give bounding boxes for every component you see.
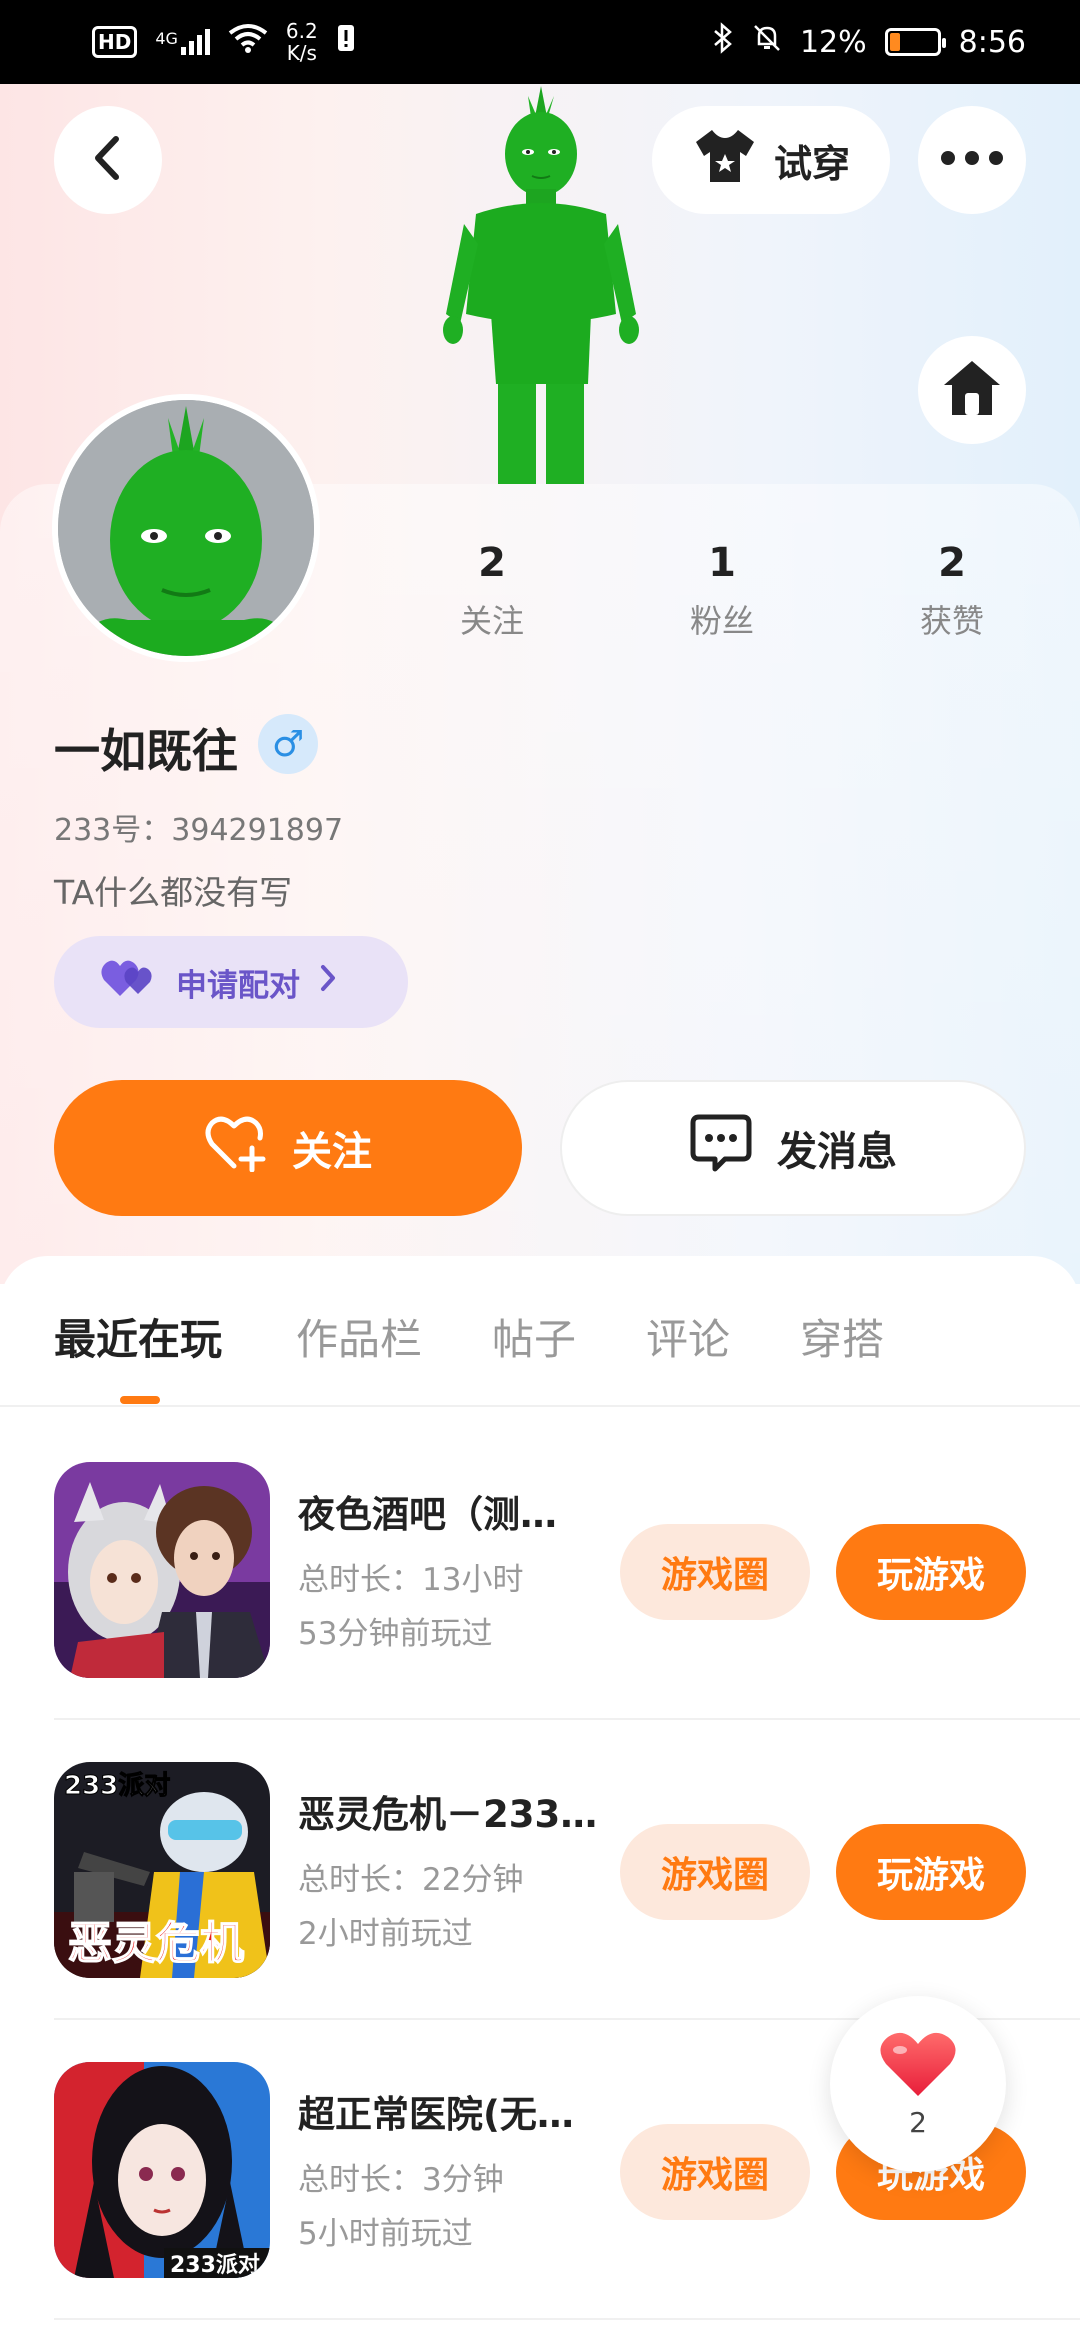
stat-likes-value: 2 xyxy=(938,540,966,586)
tab-recently-played[interactable]: 最近在玩 xyxy=(54,1306,222,1367)
more-dots-icon xyxy=(940,150,1004,170)
heart-plus-icon xyxy=(204,1114,268,1182)
wifi-icon xyxy=(228,23,268,61)
user-id-label: 233号： xyxy=(54,813,172,848)
row-divider xyxy=(54,1718,1080,1720)
stat-followers-value: 1 xyxy=(708,540,736,586)
game-total-duration: 总时长：3分钟 xyxy=(298,2162,504,2198)
try-on-label: 试穿 xyxy=(773,141,850,186)
game-icon-evil-crisis[interactable]: 233派对 恶灵危机 xyxy=(54,1762,270,1978)
floating-like-button[interactable]: 2 xyxy=(830,1996,1006,2172)
network-type: 4G xyxy=(155,29,178,48)
network-speed: 6.2 K/s xyxy=(285,19,318,65)
hd-icon: HD xyxy=(92,26,138,58)
active-tab-indicator xyxy=(120,1396,160,1404)
status-left: HD 4G 6.2 K/s xyxy=(92,20,356,64)
tab-posts[interactable]: 帖子 xyxy=(492,1306,576,1367)
game-circle-button[interactable]: 游戏圈 xyxy=(620,1524,810,1620)
mute-bell-icon xyxy=(752,23,782,61)
bio: TA什么都没有写 xyxy=(54,873,293,912)
game-last-played: 5小时前玩过 xyxy=(298,2216,473,2252)
signal-icon: 4G xyxy=(155,29,210,55)
follow-label: 关注 xyxy=(292,1129,372,1175)
game-last-played: 2小时前玩过 xyxy=(298,1916,473,1952)
stat-following[interactable]: 2 关注 xyxy=(412,540,572,642)
game-total-duration: 总时长：13小时 xyxy=(298,1562,524,1598)
status-right: 12% 8:56 xyxy=(712,22,1026,62)
game-title: 恶灵危机－233… xyxy=(298,1793,598,1836)
game-icon-hospital[interactable]: 233派对 xyxy=(54,2062,270,2278)
play-game-button[interactable]: 玩游戏 xyxy=(836,1524,1026,1620)
stat-likes[interactable]: 2 获赞 xyxy=(872,540,1032,642)
home-icon xyxy=(942,359,1002,421)
tab-comments[interactable]: 评论 xyxy=(646,1306,730,1367)
tshirt-icon xyxy=(692,128,758,193)
avatar-3d-figure[interactable] xyxy=(416,84,666,484)
game-title: 夜色酒吧（测… xyxy=(298,1493,557,1536)
game-circle-button[interactable]: 游戏圈 xyxy=(620,2124,810,2220)
row-divider xyxy=(54,2318,1080,2320)
tab-works[interactable]: 作品栏 xyxy=(296,1306,422,1367)
icon-title-text: 恶灵危机 xyxy=(68,1918,244,1969)
play-game-button[interactable]: 玩游戏 xyxy=(836,1824,1026,1920)
send-message-button[interactable]: 发消息 xyxy=(560,1080,1026,1216)
stat-followers-label: 粉丝 xyxy=(689,602,754,640)
game-circle-button[interactable]: 游戏圈 xyxy=(620,1824,810,1920)
icon-badge-text: 233派对 xyxy=(64,1771,170,1801)
back-button[interactable] xyxy=(54,106,162,214)
double-heart-icon xyxy=(100,958,158,1006)
stat-following-value: 2 xyxy=(478,540,506,586)
back-arrow-icon xyxy=(88,135,128,185)
home-button[interactable] xyxy=(918,336,1026,444)
game-title: 超正常医院(无… xyxy=(298,2093,574,2136)
icon-badge-text: 233派对 xyxy=(170,2253,260,2278)
chevron-right-icon xyxy=(318,963,338,1001)
pair-request-button[interactable]: 申请配对 xyxy=(54,936,408,1028)
game-icon-night-bar[interactable] xyxy=(54,1462,270,1678)
chat-bubble-icon xyxy=(689,1113,753,1183)
battery-percent: 12% xyxy=(799,24,867,60)
alert-icon xyxy=(336,23,356,61)
user-id-value: 394291897 xyxy=(171,813,344,848)
male-gender-icon: ♂ xyxy=(258,714,318,774)
heart-icon xyxy=(878,2030,958,2104)
game-last-played: 53分钟前玩过 xyxy=(298,1616,493,1652)
battery-icon xyxy=(884,28,946,56)
clock: 8:56 xyxy=(958,24,1026,60)
avatar-image xyxy=(58,400,314,656)
tab-outfits[interactable]: 穿搭 xyxy=(800,1306,884,1367)
pair-request-label: 申请配对 xyxy=(176,967,300,1004)
stat-following-label: 关注 xyxy=(459,602,524,640)
list-item[interactable]: 夜色酒吧（测… 总时长：13小时 53分钟前玩过 游戏圈 玩游戏 xyxy=(0,1462,1080,1762)
stat-followers[interactable]: 1 粉丝 xyxy=(642,540,802,642)
stat-likes-label: 获赞 xyxy=(919,602,984,640)
status-bar: HD 4G 6.2 K/s 12% 8:56 xyxy=(0,0,1080,84)
like-count: 2 xyxy=(909,2105,927,2139)
try-on-button[interactable]: 试穿 xyxy=(652,106,890,214)
follow-button[interactable]: 关注 xyxy=(54,1080,522,1216)
tabs-divider xyxy=(0,1405,1080,1407)
user-id: 233号：394291897 xyxy=(54,805,343,849)
more-button[interactable] xyxy=(918,106,1026,214)
nickname: 一如既往 xyxy=(54,724,238,778)
avatar[interactable] xyxy=(52,394,320,662)
profile-tabs: 最近在玩 作品栏 帖子 评论 穿搭 xyxy=(0,1300,1080,1406)
bluetooth-icon xyxy=(712,22,734,62)
game-total-duration: 总时长：22分钟 xyxy=(298,1862,524,1898)
send-message-label: 发消息 xyxy=(777,1129,897,1175)
